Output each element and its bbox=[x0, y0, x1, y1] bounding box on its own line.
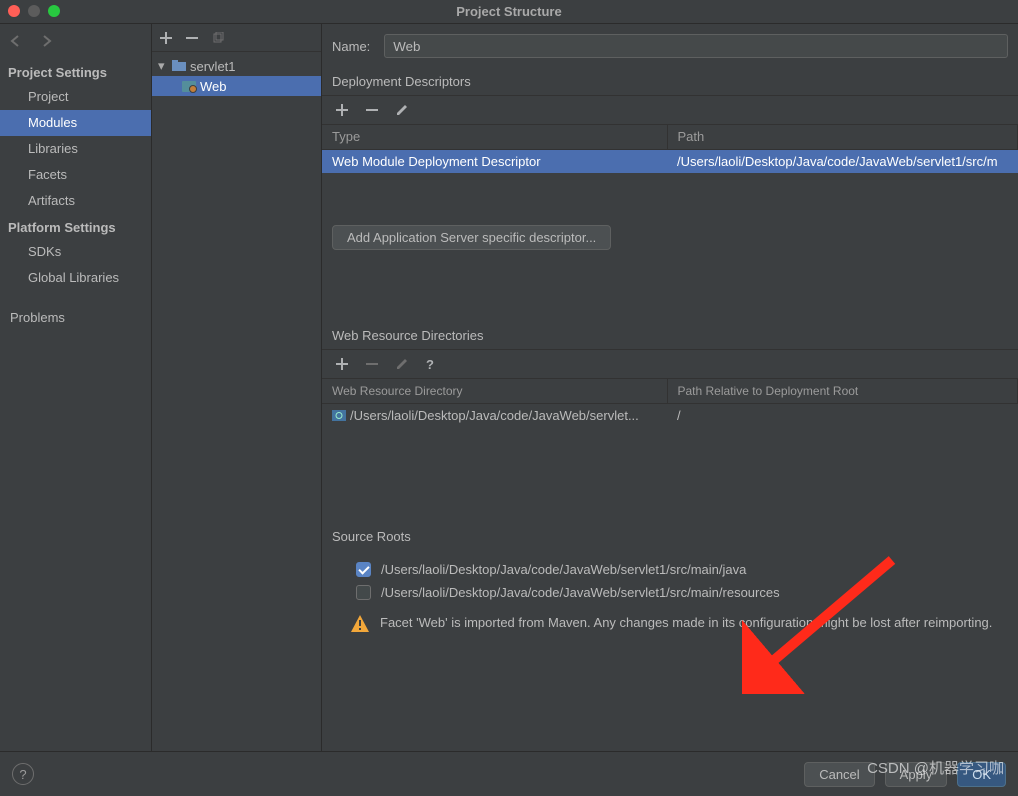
window-titlebar: Project Structure bbox=[0, 0, 1018, 24]
nav-modules[interactable]: Modules bbox=[0, 110, 151, 136]
web-folder-icon bbox=[332, 410, 346, 421]
add-descriptor-icon[interactable] bbox=[336, 104, 348, 116]
col-type: Type bbox=[322, 125, 667, 149]
source-root-java-checkbox[interactable] bbox=[356, 562, 371, 577]
web-dir-cell: /Users/laoli/Desktop/Java/code/JavaWeb/s… bbox=[322, 403, 667, 427]
chevron-down-icon: ▾ bbox=[158, 58, 168, 74]
add-module-icon[interactable] bbox=[160, 32, 172, 44]
dialog-footer: ? Cancel Apply OK bbox=[0, 752, 1018, 796]
web-resource-row[interactable]: /Users/laoli/Desktop/Java/code/JavaWeb/s… bbox=[322, 403, 1018, 427]
add-server-descriptor-button[interactable]: Add Application Server specific descript… bbox=[332, 225, 611, 250]
add-resource-icon[interactable] bbox=[336, 358, 348, 370]
tree-module-root[interactable]: ▾ servlet1 bbox=[152, 56, 321, 76]
settings-sidebar: Project Settings Project Modules Librari… bbox=[0, 24, 152, 751]
module-tree: ▾ servlet1 Web bbox=[152, 24, 322, 751]
module-folder-icon bbox=[172, 59, 186, 73]
nav-facets[interactable]: Facets bbox=[0, 162, 151, 188]
col-path: Path bbox=[667, 125, 1018, 149]
col-web-dir: Web Resource Directory bbox=[322, 379, 667, 403]
warning-icon bbox=[350, 614, 370, 634]
deployment-table: Type Path Web Module Deployment Descript… bbox=[322, 125, 1018, 173]
edit-descriptor-icon[interactable] bbox=[396, 104, 408, 116]
deployment-heading: Deployment Descriptors bbox=[322, 72, 1018, 95]
tree-facet-web[interactable]: Web bbox=[152, 76, 321, 96]
web-resources-table: Web Resource Directory Path Relative to … bbox=[322, 379, 1018, 427]
tree-web-label: Web bbox=[200, 79, 227, 94]
cancel-button[interactable]: Cancel bbox=[804, 762, 874, 787]
maven-warning: Facet 'Web' is imported from Maven. Any … bbox=[322, 604, 1018, 644]
web-resources-toolbar: ? bbox=[322, 349, 1018, 379]
web-rel-cell: / bbox=[667, 403, 1018, 427]
edit-resource-icon[interactable] bbox=[396, 358, 408, 370]
source-root-java-path: /Users/laoli/Desktop/Java/code/JavaWeb/s… bbox=[381, 562, 746, 577]
platform-settings-heading: Platform Settings bbox=[0, 214, 151, 239]
web-resources-heading: Web Resource Directories bbox=[322, 326, 1018, 349]
source-root-resources[interactable]: /Users/laoli/Desktop/Java/code/JavaWeb/s… bbox=[332, 581, 1008, 604]
facet-name-input[interactable] bbox=[384, 34, 1008, 58]
deployment-toolbar bbox=[322, 95, 1018, 125]
warning-text: Facet 'Web' is imported from Maven. Any … bbox=[380, 614, 992, 632]
tree-root-label: servlet1 bbox=[190, 59, 236, 74]
maximize-window-icon[interactable] bbox=[48, 5, 60, 17]
nav-project[interactable]: Project bbox=[0, 84, 151, 110]
copy-module-icon[interactable] bbox=[212, 32, 224, 44]
source-root-resources-checkbox[interactable] bbox=[356, 585, 371, 600]
remove-resource-icon[interactable] bbox=[366, 358, 378, 370]
nav-problems[interactable]: Problems bbox=[0, 305, 151, 331]
window-title: Project Structure bbox=[456, 4, 561, 19]
remove-descriptor-icon[interactable] bbox=[366, 104, 378, 116]
web-facet-icon bbox=[182, 81, 196, 92]
col-web-rel: Path Relative to Deployment Root bbox=[667, 379, 1018, 403]
help-button[interactable]: ? bbox=[12, 763, 34, 785]
close-window-icon[interactable] bbox=[8, 5, 20, 17]
window-controls bbox=[8, 5, 60, 17]
help-resource-icon[interactable]: ? bbox=[426, 357, 434, 372]
nav-back-icon[interactable] bbox=[8, 34, 24, 51]
deployment-row[interactable]: Web Module Deployment Descriptor /Users/… bbox=[322, 149, 1018, 173]
name-label: Name: bbox=[332, 39, 370, 54]
facet-config-panel: Name: Deployment Descriptors Type Path W… bbox=[322, 24, 1018, 751]
deployment-path-cell: /Users/laoli/Desktop/Java/code/JavaWeb/s… bbox=[667, 149, 1018, 173]
source-root-resources-path: /Users/laoli/Desktop/Java/code/JavaWeb/s… bbox=[381, 585, 780, 600]
source-roots-heading: Source Roots bbox=[322, 527, 1018, 550]
deployment-type-cell: Web Module Deployment Descriptor bbox=[322, 149, 667, 173]
nav-libraries[interactable]: Libraries bbox=[0, 136, 151, 162]
apply-button[interactable]: Apply bbox=[885, 762, 948, 787]
minimize-window-icon[interactable] bbox=[28, 5, 40, 17]
nav-forward-icon[interactable] bbox=[38, 34, 54, 51]
nav-artifacts[interactable]: Artifacts bbox=[0, 188, 151, 214]
ok-button[interactable]: OK bbox=[957, 762, 1006, 787]
nav-global-libraries[interactable]: Global Libraries bbox=[0, 265, 151, 291]
source-root-java[interactable]: /Users/laoli/Desktop/Java/code/JavaWeb/s… bbox=[332, 558, 1008, 581]
project-settings-heading: Project Settings bbox=[0, 59, 151, 84]
remove-module-icon[interactable] bbox=[186, 32, 198, 44]
nav-sdks[interactable]: SDKs bbox=[0, 239, 151, 265]
